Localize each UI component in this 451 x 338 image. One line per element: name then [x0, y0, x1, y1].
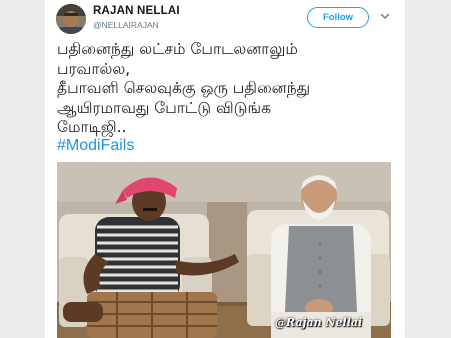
follow-button[interactable]: Follow [307, 7, 369, 28]
avatar[interactable] [56, 4, 86, 34]
hashtag-link[interactable]: #ModiFails [57, 137, 134, 155]
tweet-card: RAJAN NELLAI @NELLAIRAJAN Follow பதினைந்… [45, 0, 405, 338]
chevron-down-icon[interactable] [380, 11, 390, 21]
image-watermark: @Rajan Nellai [275, 316, 363, 329]
meme-photo [57, 162, 391, 338]
background-right [405, 0, 451, 338]
tweet-image[interactable]: @Rajan Nellai [57, 162, 391, 338]
background-left [0, 0, 45, 338]
tweet-text: பதினைந்து லட்சம் போடலனாலும் பரவால்ல, தீப… [57, 40, 311, 136]
author-name[interactable]: RAJAN NELLAI [93, 5, 180, 17]
author-handle[interactable]: @NELLAIRAJAN [93, 20, 159, 30]
